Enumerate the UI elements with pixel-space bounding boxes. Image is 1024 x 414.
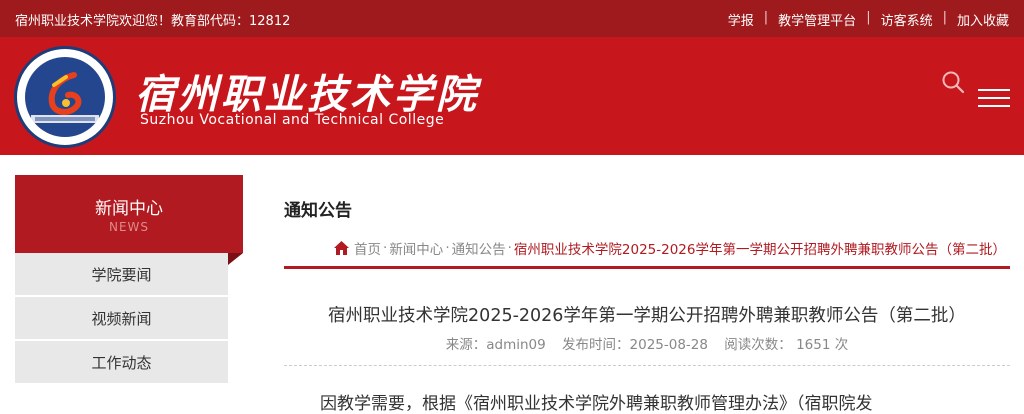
section-title: 通知公告 bbox=[284, 201, 352, 221]
breadcrumb-current: 宿州职业技术学院2025-2026学年第一学期公开招聘外聘兼职教师公告（第二批） bbox=[513, 242, 1006, 258]
article-divider bbox=[284, 365, 1010, 366]
top-bar: 宿州职业技术学院欢迎您！教育部代码：12812 学报 | 教学管理平台 | 访客… bbox=[0, 0, 1024, 37]
college-name-en: Suzhou Vocational and Technical College bbox=[140, 112, 445, 128]
visitor-system-link[interactable]: 访客系统 bbox=[881, 10, 933, 29]
article-source: 来源：admin09 bbox=[445, 337, 546, 353]
site-header: 宿州职业技术学院 Suzhou Vocational and Technical… bbox=[0, 37, 1024, 155]
logo-emblem bbox=[25, 57, 105, 137]
section-divider bbox=[284, 266, 1010, 269]
breadcrumb-notices[interactable]: 通知公告 bbox=[452, 238, 506, 258]
breadcrumb-separator: · bbox=[383, 240, 388, 256]
sidebar-heading: 新闻中心 NEWS bbox=[15, 175, 243, 253]
logo-mark-icon bbox=[48, 72, 82, 115]
breadcrumb-separator: · bbox=[507, 240, 512, 256]
sidebar-fold-decoration bbox=[228, 253, 243, 265]
journal-link[interactable]: 学报 bbox=[728, 10, 754, 29]
welcome-text: 宿州职业技术学院欢迎您！教育部代码：12812 bbox=[15, 14, 291, 29]
home-icon bbox=[334, 241, 350, 255]
separator: | bbox=[942, 10, 947, 25]
sidebar-heading-cn: 新闻中心 bbox=[95, 199, 163, 219]
menu-icon[interactable] bbox=[978, 89, 1010, 109]
sidebar-item-college-news[interactable]: 学院要闻 bbox=[15, 253, 228, 297]
article-title: 宿州职业技术学院2025-2026学年第一学期公开招聘外聘兼职教师公告（第二批） bbox=[328, 306, 966, 326]
separator: | bbox=[866, 10, 871, 25]
sidebar-item-video-news[interactable]: 视频新闻 bbox=[15, 297, 228, 341]
search-icon[interactable] bbox=[941, 70, 965, 94]
breadcrumb-home[interactable]: 首页 bbox=[354, 238, 381, 258]
logo-motto-band-icon bbox=[31, 115, 99, 123]
add-favorite-link[interactable]: 加入收藏 bbox=[957, 10, 1009, 29]
article-meta: 来源：admin09 发布时间：2025-08-28 阅读次数： 1651 次 bbox=[284, 333, 1010, 353]
sidebar: 新闻中心 NEWS 学院要闻 视频新闻 工作动态 bbox=[15, 175, 243, 385]
separator: | bbox=[763, 10, 769, 25]
breadcrumb-news-center[interactable]: 新闻中心 bbox=[389, 238, 443, 258]
sidebar-heading-en: NEWS bbox=[108, 220, 150, 234]
sidebar-item-work-updates[interactable]: 工作动态 bbox=[15, 341, 228, 385]
breadcrumb-separator: · bbox=[445, 240, 450, 256]
teaching-platform-link[interactable]: 教学管理平台 bbox=[778, 10, 856, 29]
breadcrumb: 首页 · 新闻中心 · 通知公告 · 宿州职业技术学院2025-2026学年第一… bbox=[334, 238, 1006, 258]
article-views: 阅读次数： 1651 次 bbox=[724, 337, 849, 353]
college-logo[interactable] bbox=[14, 46, 116, 148]
top-links: 学报 | 教学管理平台 | 访客系统 | 加入收藏 bbox=[728, 10, 1009, 29]
article-body: 因教学需要，根据《宿州职业技术学院外聘兼职教师管理办法》（宿职院发 bbox=[320, 394, 873, 414]
article-date: 发布时间：2025-08-28 bbox=[562, 337, 708, 353]
